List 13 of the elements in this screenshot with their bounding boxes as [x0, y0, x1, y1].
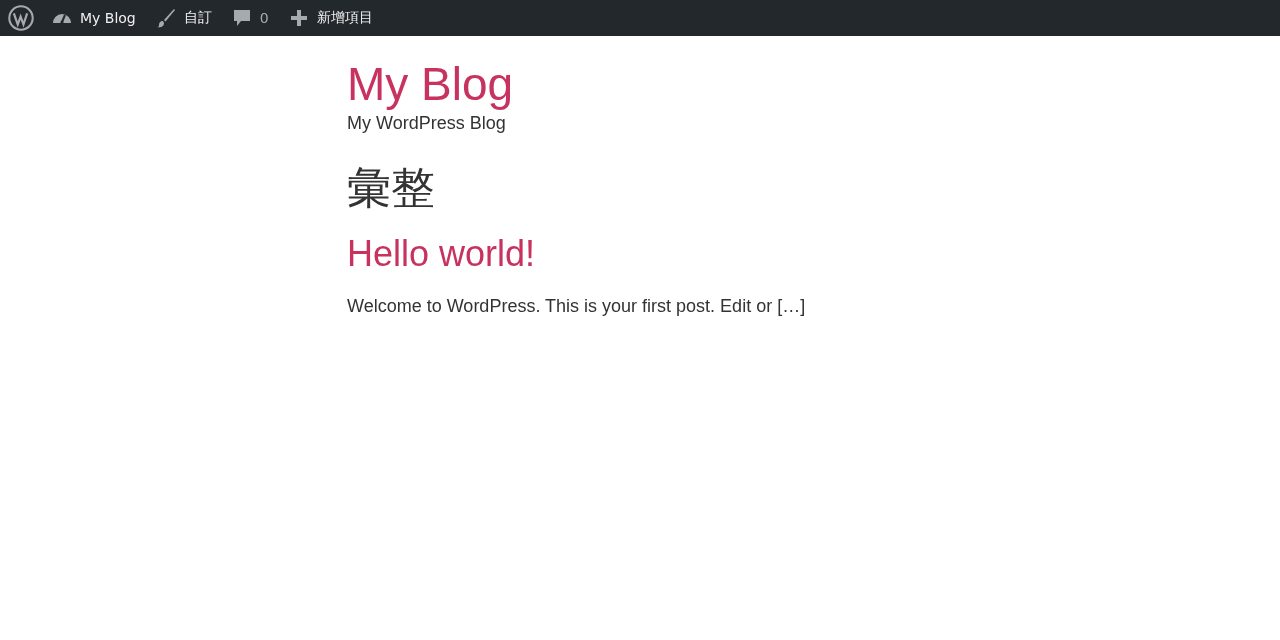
wordpress-logo-icon[interactable] [8, 5, 34, 31]
speech-bubble-icon [231, 8, 252, 28]
page-title: 彙整 [347, 162, 436, 214]
plus-icon [288, 8, 309, 28]
admin-bar-link[interactable]: 新增項目 [316, 9, 373, 27]
comment-count[interactable]: 0 [259, 10, 269, 26]
admin-bar-link[interactable]: 自訂 [183, 9, 212, 27]
brush-icon [155, 8, 176, 28]
post-title[interactable]: Hello world! [347, 232, 933, 276]
admin-bar-link[interactable]: My Blog [80, 10, 136, 26]
post-excerpt: Welcome to WordPress. This is your first post. Edit or […] [347, 296, 807, 317]
site-tagline: My WordPress Blog [347, 112, 507, 134]
site-title[interactable]: My Blog [347, 56, 933, 112]
